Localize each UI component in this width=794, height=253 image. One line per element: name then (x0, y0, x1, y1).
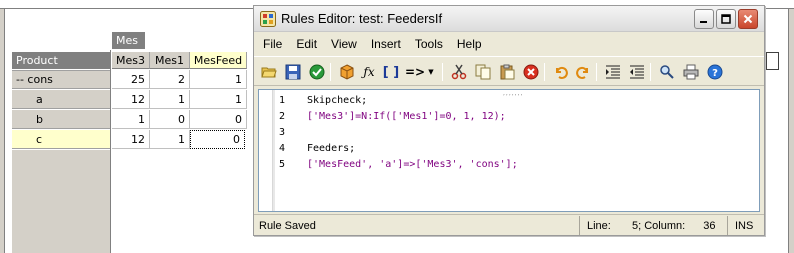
cell-c-mes1[interactable]: 1 (150, 130, 190, 149)
menu-file[interactable]: File (254, 37, 289, 51)
editor-fold-margin (273, 90, 275, 211)
status-divider (579, 216, 580, 235)
feeder-arrow-icon[interactable]: => (405, 63, 425, 81)
status-column-value: 36 (703, 219, 716, 232)
row-header-c[interactable]: c (12, 130, 110, 149)
undo-icon[interactable] (552, 63, 570, 81)
line-number: 2 (279, 110, 286, 122)
cell-b-mes1[interactable]: 0 (150, 110, 190, 129)
cell-b-mes3[interactable]: 1 (112, 110, 150, 129)
cell-cons-mes3[interactable]: 25 (112, 70, 150, 89)
menu-edit[interactable]: Edit (289, 37, 324, 51)
row-header-a[interactable]: a (12, 90, 110, 109)
cell-a-mesfeed[interactable]: 1 (190, 90, 247, 109)
column-dimension-header[interactable]: Mes (112, 32, 145, 49)
menu-help[interactable]: Help (450, 37, 489, 51)
rules-editor-app-icon (260, 11, 276, 27)
line-number: 4 (279, 142, 286, 154)
rules-code-editor[interactable]: ,,,,,,, 1 Skipcheck; 2 ['Mes3']=N:If(['Mes… (258, 89, 760, 212)
menu-insert[interactable]: Insert (364, 37, 408, 51)
row-header-empty-area (12, 150, 110, 253)
cube-icon[interactable] (338, 63, 356, 81)
open-folder-icon[interactable] (260, 63, 278, 81)
menu-tools[interactable]: Tools (408, 37, 450, 51)
cell-c-mes3[interactable]: 12 (112, 130, 150, 149)
indent-icon[interactable] (604, 63, 622, 81)
status-bar: Rule Saved Line: 5; Column: 36 INS (254, 214, 764, 235)
column-header-mes1[interactable]: Mes1 (150, 52, 190, 69)
status-line-column: 5; Column: 36 (632, 215, 715, 236)
close-icon (743, 14, 753, 24)
column-header-mes3[interactable]: Mes3 (112, 52, 150, 69)
toolbar: ƒx [ ] => ▼ ? (254, 56, 764, 86)
cell-cons-mes1[interactable]: 2 (150, 70, 190, 89)
cell-cons-mesfeed[interactable]: 1 (190, 70, 247, 89)
print-icon[interactable] (682, 63, 700, 81)
editor-ruler-marker: ,,,,,,, (503, 90, 524, 97)
toolbar-separator (650, 63, 651, 81)
save-icon[interactable] (284, 63, 302, 81)
column-header-mesfeed[interactable]: MesFeed (190, 52, 247, 69)
outdent-icon[interactable] (628, 63, 646, 81)
row-dimension-header[interactable]: Product (12, 52, 110, 69)
cell-a-mes1[interactable]: 1 (150, 90, 190, 109)
code-text: Feeders; (307, 142, 356, 154)
maximize-icon (721, 14, 731, 24)
paste-icon[interactable] (498, 63, 516, 81)
menu-bar: File Edit View Insert Tools Help (254, 32, 764, 56)
line-number: 5 (279, 158, 286, 170)
cell-c-mesfeed-selected[interactable]: 0 (190, 130, 245, 149)
row-header-cons[interactable]: -- cons (12, 70, 110, 89)
status-divider (727, 216, 728, 235)
svg-text:?: ? (712, 68, 718, 79)
code-text: Skipcheck; (307, 94, 368, 106)
help-icon[interactable]: ? (706, 63, 724, 81)
viewer-left-border (4, 9, 5, 253)
line-number: 3 (279, 126, 286, 138)
redo-icon[interactable] (574, 63, 592, 81)
viewer-right-edge-box (766, 52, 779, 70)
cut-icon[interactable] (450, 63, 468, 81)
status-message: Rule Saved (259, 219, 316, 232)
menu-view[interactable]: View (324, 37, 364, 51)
find-icon[interactable] (658, 63, 676, 81)
dropdown-arrow-icon[interactable]: ▼ (426, 63, 436, 81)
status-position: 5; Column: (632, 219, 686, 232)
maximize-button[interactable] (716, 9, 736, 29)
title-bar[interactable]: Rules Editor: test: FeedersIf (254, 6, 764, 32)
brackets-icon[interactable]: [ ] (382, 63, 400, 81)
toolbar-separator (330, 63, 331, 81)
window-title: Rules Editor: test: FeedersIf (281, 11, 443, 26)
toolbar-separator (544, 63, 545, 81)
close-button[interactable] (738, 9, 758, 29)
check-syntax-icon[interactable] (308, 63, 326, 81)
minimize-icon (700, 21, 707, 23)
rules-editor-window: Rules Editor: test: FeedersIf File Edit … (253, 5, 765, 236)
viewer-right-border (788, 9, 789, 253)
delete-icon[interactable] (522, 63, 540, 81)
line-number: 1 (279, 94, 286, 106)
code-text: ['MesFeed', 'a']=>['Mes3', 'cons']; (307, 158, 518, 170)
row-header-divider (110, 50, 111, 253)
editor-gutter (259, 90, 273, 211)
status-line-label: Line: (587, 219, 611, 232)
cell-a-mes3[interactable]: 12 (112, 90, 150, 109)
cell-b-mesfeed[interactable]: 0 (190, 110, 247, 129)
toolbar-separator (442, 63, 443, 81)
row-header-b[interactable]: b (12, 110, 110, 129)
toolbar-separator (596, 63, 597, 81)
code-line-2[interactable]: 2 ['Mes3']=N:If(['Mes1']=0, 1, 12); (279, 108, 506, 124)
code-line-4[interactable]: 4 Feeders; (279, 140, 355, 156)
code-line-5[interactable]: 5 ['MesFeed', 'a']=>['Mes3', 'cons']; (279, 156, 518, 172)
code-line-1[interactable]: 1 Skipcheck; (279, 92, 367, 108)
code-text: ['Mes3']=N:If(['Mes1']=0, 1, 12); (307, 110, 506, 122)
minimize-button[interactable] (694, 9, 714, 29)
copy-icon[interactable] (474, 63, 492, 81)
function-icon[interactable]: ƒx (360, 63, 378, 81)
code-line-3[interactable]: 3 (279, 124, 307, 140)
status-insert-mode: INS (735, 219, 754, 232)
